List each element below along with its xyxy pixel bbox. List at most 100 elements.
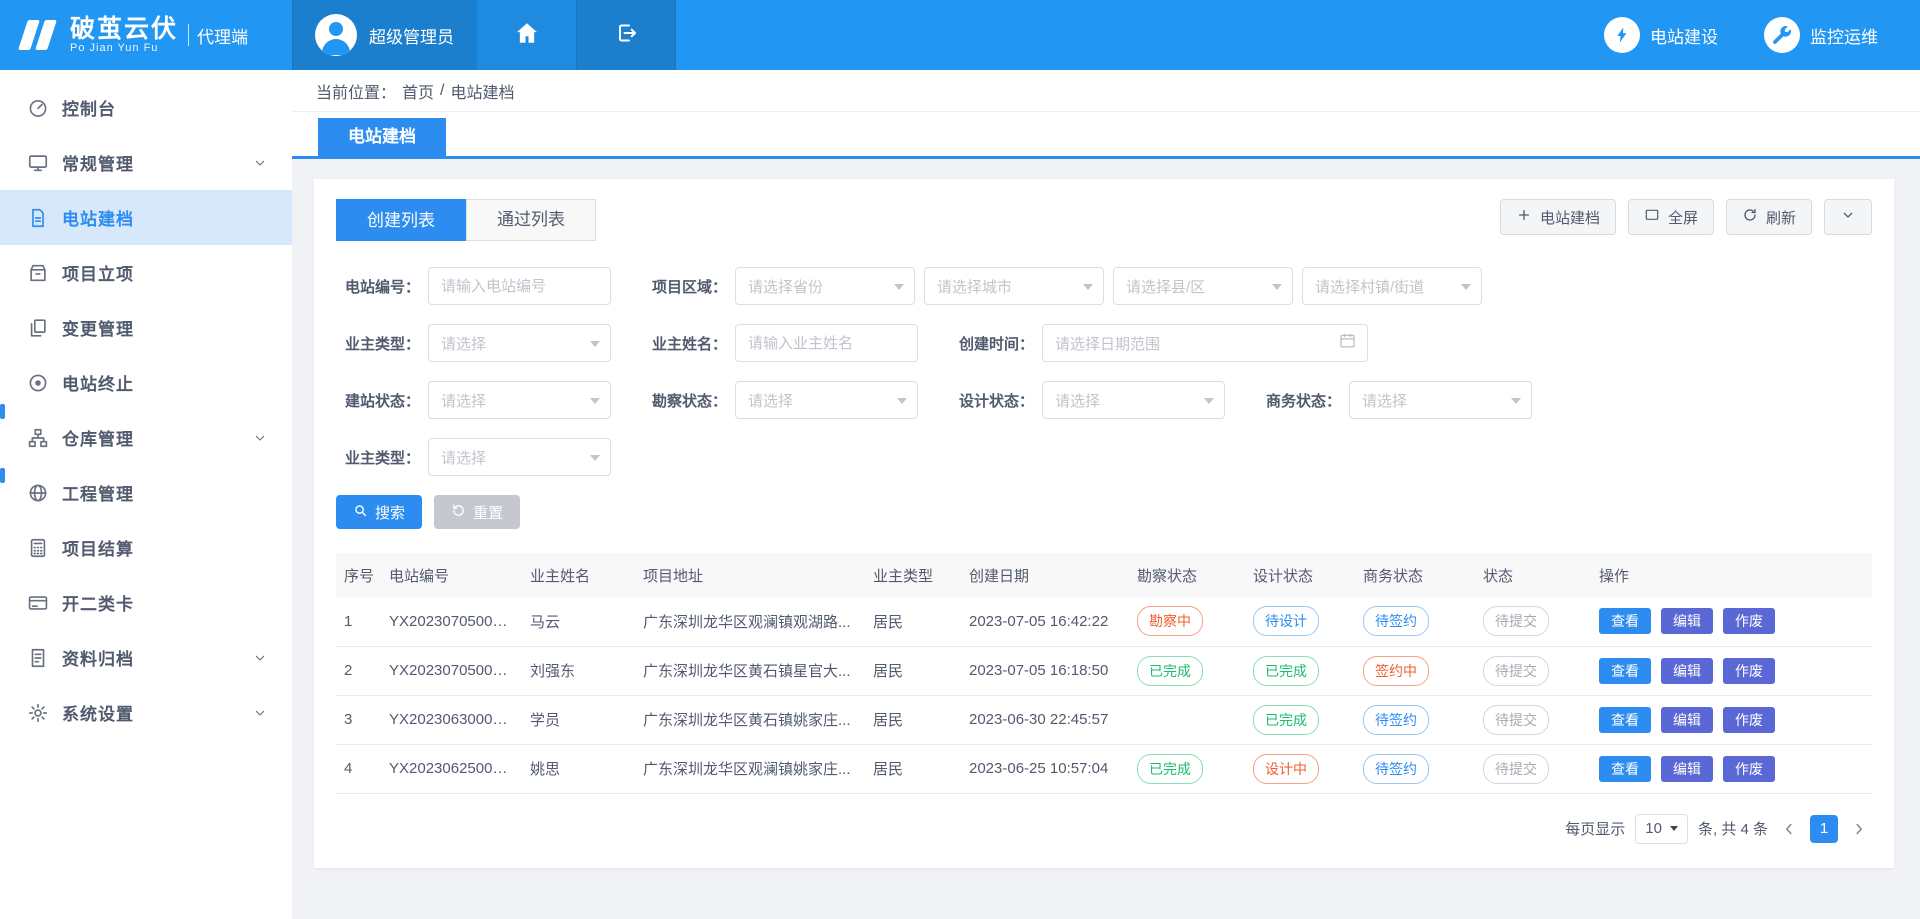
view-button[interactable]: 查看: [1599, 608, 1651, 634]
sidebar-item-engineering-management[interactable]: 工程管理: [0, 465, 292, 520]
city-select[interactable]: 请选择城市: [924, 267, 1104, 305]
owner-name-label: 业主姓名：: [643, 333, 727, 354]
refresh-button[interactable]: 刷新: [1726, 199, 1812, 235]
copy-icon: [27, 317, 49, 339]
sidebar-item-general-management[interactable]: 常规管理: [0, 135, 292, 190]
design-status-select[interactable]: 请选择: [1042, 381, 1225, 419]
sidebar: 控制台常规管理电站建档项目立项变更管理电站终止仓库管理工程管理项目结算开二类卡资…: [0, 70, 292, 919]
cell-address: 广东深圳龙华区观澜镇观湖路...: [635, 597, 865, 646]
sidebar-item-data-archive[interactable]: 资料归档: [0, 630, 292, 685]
owner-type-select[interactable]: 请选择: [428, 324, 611, 362]
home-icon: [514, 20, 540, 51]
page-number-1[interactable]: 1: [1810, 815, 1838, 843]
link-station-build[interactable]: 电站建设: [1604, 17, 1718, 53]
table-row: 4YX2023062500004姚思广东深圳龙华区观澜镇姚家庄...居民2023…: [336, 744, 1872, 793]
station-no-input[interactable]: [428, 267, 611, 305]
reset-button[interactable]: 重置: [434, 495, 520, 529]
cell-actions: 查看编辑作废: [1591, 744, 1872, 793]
column-header-actions: 操作: [1591, 553, 1872, 597]
logout-icon: [614, 21, 638, 50]
county-select[interactable]: 请选择县/区: [1113, 267, 1293, 305]
breadcrumb-home[interactable]: 首页: [402, 79, 434, 103]
sidebar-item-console[interactable]: 控制台: [0, 80, 292, 135]
pagination: 每页显示 10 条, 共 4 条 1: [336, 794, 1872, 854]
search-button[interactable]: 搜索: [336, 495, 422, 529]
sidebar-item-second-type-card[interactable]: 开二类卡: [0, 575, 292, 630]
cell-design-status: 待设计: [1245, 597, 1355, 646]
tab-passed-list[interactable]: 通过列表: [466, 199, 596, 241]
tab-create-list[interactable]: 创建列表: [336, 199, 466, 241]
survey-status-select[interactable]: 请选择: [735, 381, 918, 419]
filter-form: 电站编号： 项目区域： 请选择省份 请选择城市 请选择县/区 请选择村镇/街道 …: [336, 267, 1872, 476]
cell-seq: 1: [336, 597, 381, 646]
document-icon: [27, 207, 49, 229]
sidebar-item-label: 仓库管理: [62, 425, 134, 450]
sidebar-scrollbar-thumb[interactable]: [0, 404, 5, 419]
void-button[interactable]: 作废: [1723, 707, 1775, 733]
void-button[interactable]: 作废: [1723, 756, 1775, 782]
sidebar-item-system-settings[interactable]: 系统设置: [0, 685, 292, 740]
status-badge: 已完成: [1137, 754, 1203, 784]
logout-button[interactable]: [576, 0, 676, 70]
sidebar-item-warehouse-management[interactable]: 仓库管理: [0, 410, 292, 465]
view-button[interactable]: 查看: [1599, 707, 1651, 733]
village-select[interactable]: 请选择村镇/街道: [1302, 267, 1482, 305]
next-page-button[interactable]: [1848, 820, 1870, 838]
sidebar-scrollbar-thumb[interactable]: [0, 468, 5, 483]
cell-status: 待提交: [1475, 646, 1591, 695]
sidebar-item-project-settlement[interactable]: 项目结算: [0, 520, 292, 575]
edit-button[interactable]: 编辑: [1661, 658, 1713, 684]
cell-business-status: 待签约: [1355, 695, 1475, 744]
sidebar-item-label: 资料归档: [62, 645, 134, 670]
region-label: 项目区域：: [643, 276, 727, 297]
sidebar-item-station-archive[interactable]: 电站建档: [0, 190, 292, 245]
sidebar-item-project-initiation[interactable]: 项目立项: [0, 245, 292, 300]
build-status-select[interactable]: 请选择: [428, 381, 611, 419]
table-row: 1YX2023070500011马云广东深圳龙华区观澜镇观湖路...居民2023…: [336, 597, 1872, 646]
sidebar-item-label: 电站建档: [62, 205, 134, 230]
sidebar-nav: 控制台常规管理电站建档项目立项变更管理电站终止仓库管理工程管理项目结算开二类卡资…: [0, 70, 292, 740]
user-menu[interactable]: 超级管理员: [292, 0, 476, 70]
sidebar-item-label: 项目结算: [62, 535, 134, 560]
per-page-select[interactable]: 10: [1635, 814, 1688, 844]
province-select[interactable]: 请选择省份: [735, 267, 915, 305]
cell-owner-name: 学员: [522, 695, 635, 744]
chevron-down-icon: [1511, 398, 1521, 409]
home-button[interactable]: [476, 0, 576, 70]
logo[interactable]: 破茧云伏 Po Jian Yun Fu 代理端: [0, 0, 292, 70]
chevron-down-icon: [252, 430, 268, 446]
edit-button[interactable]: 编辑: [1661, 707, 1713, 733]
edit-button[interactable]: 编辑: [1661, 608, 1713, 634]
sidebar-item-change-management[interactable]: 变更管理: [0, 300, 292, 355]
link-monitor-ops[interactable]: 监控运维: [1764, 17, 1878, 53]
settings-icon: [27, 702, 49, 724]
create-station-button[interactable]: 电站建档: [1500, 199, 1616, 235]
sidebar-item-station-termination[interactable]: 电站终止: [0, 355, 292, 410]
status-badge: 待提交: [1483, 705, 1549, 735]
page-tab-station-archive[interactable]: 电站建档: [318, 118, 446, 156]
create-time-range-input[interactable]: 请选择日期范围: [1042, 324, 1368, 362]
cell-business-status: 待签约: [1355, 744, 1475, 793]
prev-page-button[interactable]: [1778, 820, 1800, 838]
void-button[interactable]: 作废: [1723, 658, 1775, 684]
view-button[interactable]: 查看: [1599, 756, 1651, 782]
cell-owner-type: 居民: [865, 646, 961, 695]
owner-name-input[interactable]: [735, 324, 918, 362]
cell-survey-status: [1129, 695, 1245, 744]
cell-address: 广东深圳龙华区黄石镇姚家庄...: [635, 695, 865, 744]
status-badge: 待提交: [1483, 606, 1549, 636]
void-button[interactable]: 作废: [1723, 608, 1775, 634]
divider: [188, 24, 189, 46]
edit-button[interactable]: 编辑: [1661, 756, 1713, 782]
main-content: 当前位置： 首页 / 电站建档 电站建档 创建列表 通过列表 电站建档 全屏: [292, 70, 1920, 919]
list-tabs: 创建列表 通过列表: [336, 199, 596, 241]
owner-type2-select[interactable]: 请选择: [428, 438, 611, 476]
sidebar-item-label: 开二类卡: [62, 590, 134, 615]
sidebar-item-label: 常规管理: [62, 150, 134, 175]
business-status-select[interactable]: 请选择: [1349, 381, 1532, 419]
build-status-label: 建站状态：: [336, 390, 420, 411]
cell-business-status: 签约中: [1355, 646, 1475, 695]
fullscreen-button[interactable]: 全屏: [1628, 199, 1714, 235]
view-button[interactable]: 查看: [1599, 658, 1651, 684]
collapse-filters-button[interactable]: [1824, 199, 1872, 235]
